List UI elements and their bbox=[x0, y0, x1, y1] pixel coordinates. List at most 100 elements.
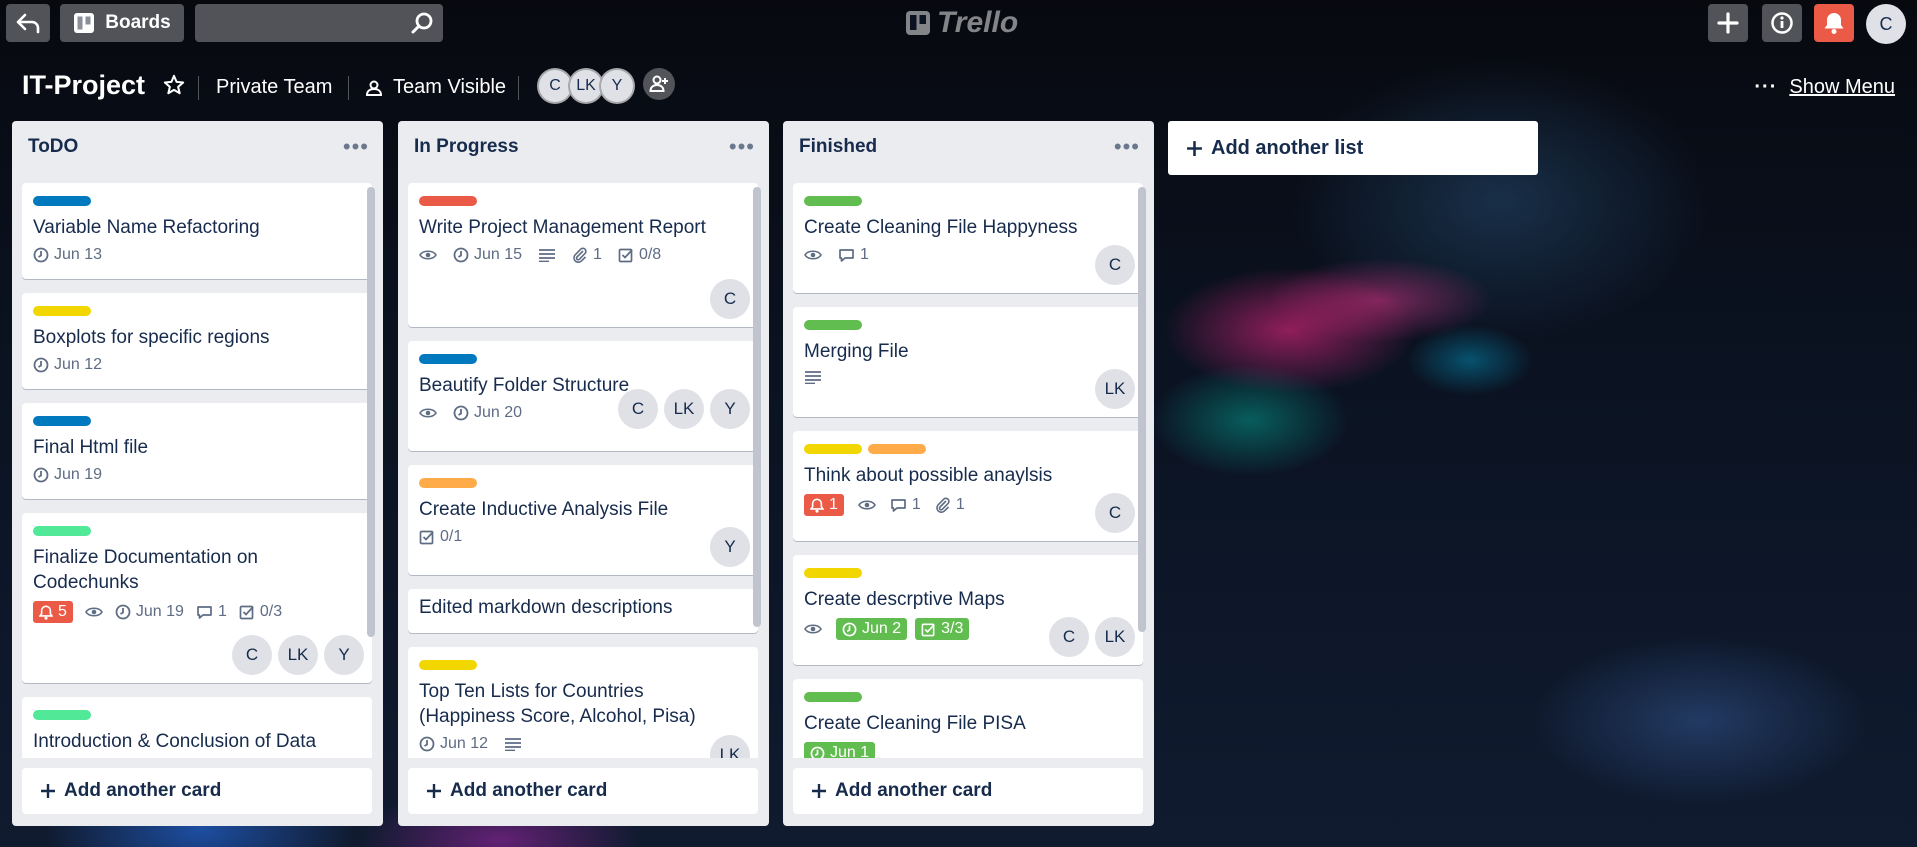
add-list-button[interactable]: Add another list bbox=[1168, 121, 1538, 175]
search-input[interactable] bbox=[195, 4, 443, 42]
invite-member-button[interactable] bbox=[643, 68, 675, 100]
card-member-avatar[interactable]: LK bbox=[664, 389, 704, 429]
watch-eye-icon bbox=[857, 500, 876, 510]
card-title: Finalize Documentation on Codechunks bbox=[33, 547, 258, 593]
card-member-avatar[interactable]: C bbox=[710, 279, 750, 319]
add-card-label: Add another card bbox=[64, 780, 222, 801]
list-title[interactable]: Finished bbox=[799, 136, 877, 158]
card-label[interactable] bbox=[33, 710, 91, 720]
watch-eye-icon bbox=[419, 408, 437, 418]
card-label[interactable] bbox=[33, 196, 91, 206]
boards-button[interactable]: Boards bbox=[60, 4, 184, 42]
card-member-avatar[interactable]: Y bbox=[710, 389, 750, 429]
card[interactable]: Think about possible anaylsis 1 1 1 C bbox=[793, 431, 1143, 541]
card-title: Create descrptive Maps bbox=[804, 589, 1005, 610]
board-member-avatar[interactable]: Y bbox=[599, 68, 635, 104]
visibility-button[interactable]: Team Visible bbox=[365, 76, 506, 99]
list-title[interactable]: ToDO bbox=[28, 136, 78, 158]
card[interactable]: Create Inductive Analysis File 0/1 Y bbox=[408, 465, 758, 575]
user-avatar[interactable]: C bbox=[1866, 4, 1906, 44]
card-label[interactable] bbox=[804, 568, 862, 578]
checklist-count: 0/1 bbox=[440, 528, 463, 545]
card[interactable]: Write Project Management Report Jun 15 1… bbox=[408, 183, 758, 327]
notifications-button[interactable] bbox=[1814, 4, 1854, 42]
add-person-icon bbox=[649, 75, 668, 92]
list-title[interactable]: In Progress bbox=[414, 136, 519, 158]
list-menu-icon[interactable]: ••• bbox=[729, 134, 755, 160]
checklist-complete-badge: 3/3 bbox=[915, 618, 970, 640]
list-menu-icon[interactable]: ••• bbox=[1114, 134, 1140, 160]
add-card-button[interactable]: Add another card bbox=[22, 768, 372, 814]
add-card-button[interactable]: Add another card bbox=[408, 768, 758, 814]
card-member-avatar[interactable]: LK bbox=[278, 635, 318, 675]
add-list-label: Add another list bbox=[1211, 136, 1364, 159]
card-label[interactable] bbox=[804, 444, 862, 454]
card-label[interactable] bbox=[419, 196, 477, 206]
card-member-avatar[interactable]: Y bbox=[324, 635, 364, 675]
card[interactable]: Boxplots for specific regions Jun 12 bbox=[22, 293, 372, 389]
card[interactable]: Introduction & Conclusion of Data Analyt… bbox=[22, 697, 372, 758]
list-scrollbar[interactable] bbox=[753, 187, 761, 627]
list-scrollbar[interactable] bbox=[367, 187, 375, 637]
card-member-avatar[interactable]: C bbox=[1095, 245, 1135, 285]
add-card-button[interactable]: Add another card bbox=[793, 768, 1143, 814]
card-member-avatar[interactable]: C bbox=[232, 635, 272, 675]
card[interactable]: Create Cleaning File PISA Jun 1 LK bbox=[793, 679, 1143, 758]
card[interactable]: Merging File LK bbox=[793, 307, 1143, 417]
plus-icon bbox=[1717, 12, 1739, 34]
card-label[interactable] bbox=[33, 306, 91, 316]
list-scrollbar[interactable] bbox=[1138, 187, 1146, 632]
create-button[interactable] bbox=[1708, 4, 1748, 42]
card-label[interactable] bbox=[419, 354, 477, 364]
card-member-avatar[interactable]: Y bbox=[710, 527, 750, 567]
show-menu-label: Show Menu bbox=[1789, 76, 1895, 98]
card-member-avatar[interactable]: C bbox=[1049, 617, 1089, 657]
team-button[interactable]: Private Team bbox=[216, 76, 332, 99]
card-member-avatar[interactable]: C bbox=[1095, 493, 1135, 533]
star-icon[interactable] bbox=[163, 74, 185, 96]
show-menu-button[interactable]: ··· Show Menu bbox=[1754, 76, 1895, 99]
card[interactable]: Finalize Documentation on Codechunks 5 J… bbox=[22, 513, 372, 683]
card-label[interactable] bbox=[804, 320, 862, 330]
card[interactable]: Final Html file Jun 19 bbox=[22, 403, 372, 499]
card[interactable]: Create descrptive Maps Jun 2 3/3 C LK bbox=[793, 555, 1143, 665]
card-member-avatar[interactable]: LK bbox=[1095, 369, 1135, 409]
card-member-avatar[interactable]: LK bbox=[1095, 617, 1135, 657]
trello-logo[interactable]: Trello bbox=[905, 6, 1018, 40]
card-label[interactable] bbox=[33, 416, 91, 426]
card[interactable]: Create Cleaning File Happyness 1 C bbox=[793, 183, 1143, 293]
card-label[interactable] bbox=[419, 478, 477, 488]
boards-label: Boards bbox=[105, 12, 171, 33]
plus-icon bbox=[41, 784, 55, 798]
card-member-avatar[interactable]: C bbox=[618, 389, 658, 429]
due-date: Jun 1 bbox=[830, 744, 870, 758]
card-label[interactable] bbox=[33, 526, 91, 536]
clock-icon bbox=[115, 604, 131, 620]
notification-badge: 5 bbox=[33, 601, 73, 623]
back-button[interactable] bbox=[6, 4, 50, 42]
divider bbox=[518, 76, 519, 100]
board-title[interactable]: IT-Project bbox=[22, 70, 145, 101]
team-label: Private Team bbox=[216, 76, 333, 98]
card[interactable]: Beautify Folder Structure Jun 20 C LK Y bbox=[408, 341, 758, 451]
due-date-badge: Jun 12 bbox=[419, 735, 488, 753]
card-label[interactable] bbox=[419, 660, 477, 670]
due-date-badge: Jun 20 bbox=[453, 404, 522, 422]
comment-icon bbox=[891, 498, 906, 512]
card[interactable]: Top Ten Lists for Countries (Happiness S… bbox=[408, 647, 758, 758]
checklist-icon bbox=[618, 248, 633, 263]
info-button[interactable] bbox=[1762, 4, 1802, 42]
card-label[interactable] bbox=[868, 444, 926, 454]
card[interactable]: Variable Name Refactoring Jun 13 bbox=[22, 183, 372, 279]
list-menu-icon[interactable]: ••• bbox=[343, 134, 369, 160]
card-member-avatar[interactable]: LK bbox=[710, 735, 750, 758]
search-icon[interactable] bbox=[410, 11, 434, 35]
comment-count: 1 bbox=[860, 246, 869, 263]
card-label[interactable] bbox=[804, 196, 862, 206]
notification-badge: 1 bbox=[804, 494, 844, 516]
bell-icon bbox=[1824, 13, 1844, 34]
card-label[interactable] bbox=[804, 692, 862, 702]
card[interactable]: Edited markdown descriptions bbox=[408, 589, 758, 633]
more-icon: ··· bbox=[1754, 76, 1778, 98]
comment-icon bbox=[197, 605, 212, 619]
